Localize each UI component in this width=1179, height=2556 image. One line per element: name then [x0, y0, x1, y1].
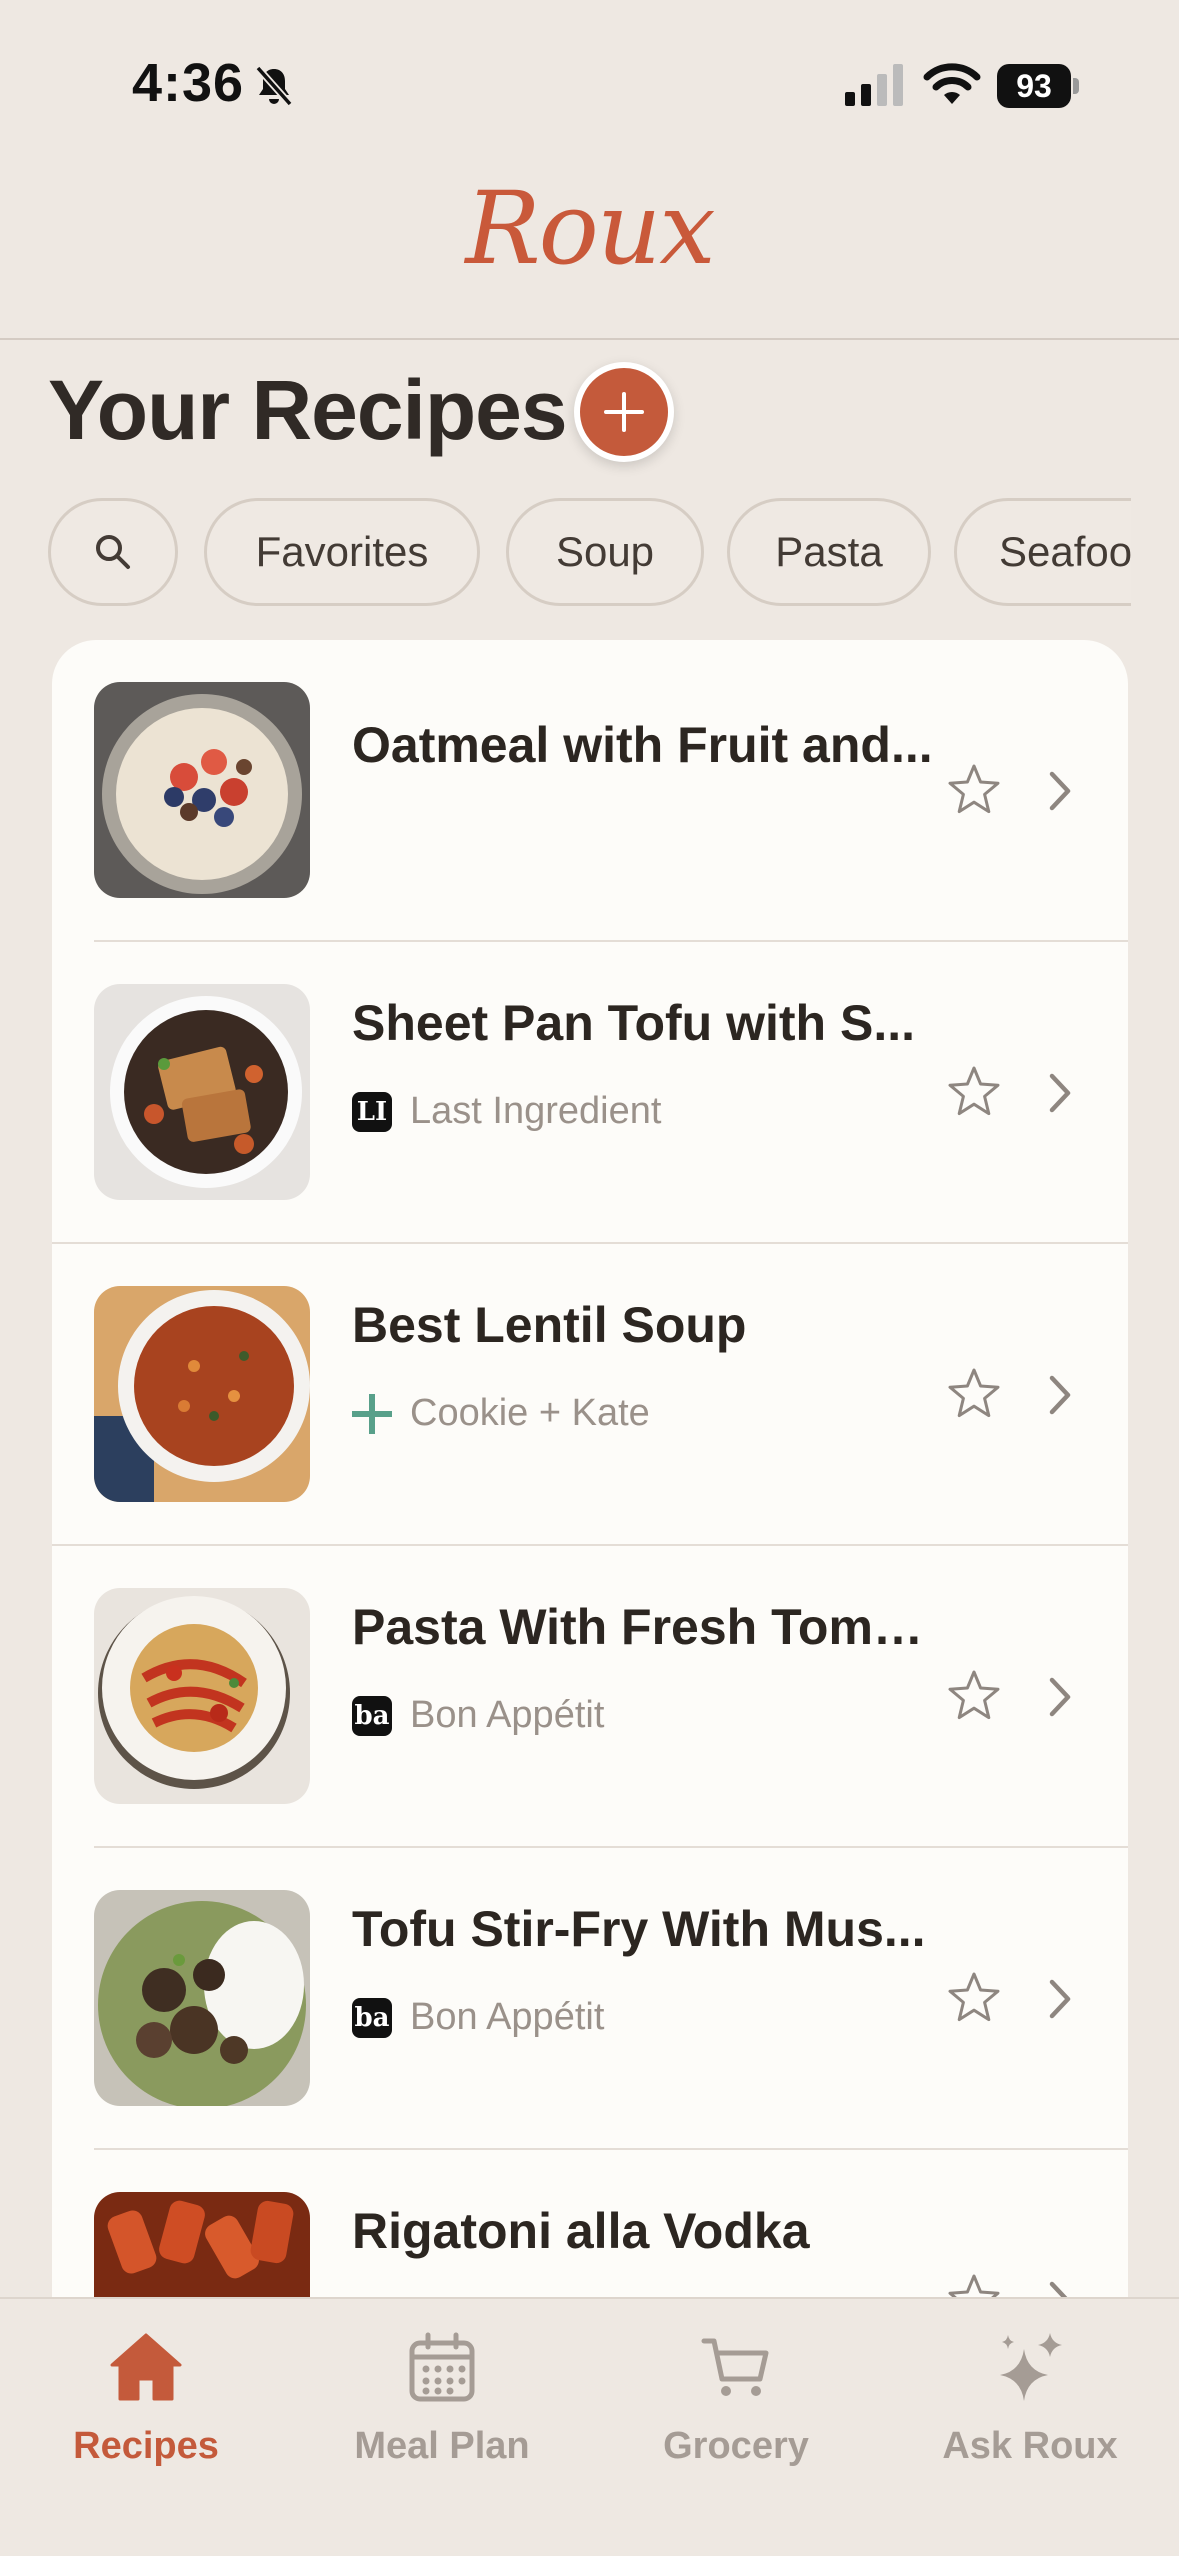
battery-icon: 93: [997, 64, 1079, 110]
filter-chip-soup[interactable]: Soup: [506, 498, 704, 606]
tab-label: Grocery: [663, 2425, 809, 2467]
recipe-row[interactable]: Pasta With Fresh Toma... ba Bon Appétit: [52, 1546, 1128, 1848]
star-icon[interactable]: [946, 762, 1002, 818]
tab-recipes[interactable]: Recipes: [26, 2329, 266, 2489]
filter-chip-seafood[interactable]: Seafood: [954, 498, 1131, 606]
recipe-image-tofu-stir-fry: [94, 1890, 310, 2106]
tab-label: Meal Plan: [354, 2425, 530, 2467]
header-divider: [0, 338, 1179, 340]
filter-chip-pasta[interactable]: Pasta: [727, 498, 931, 606]
recipe-title: Tofu Stir-Fry With Mus...: [352, 1901, 926, 1957]
recipe-image-lentil-soup: [94, 1286, 310, 1502]
star-icon[interactable]: [946, 1064, 1002, 1120]
recipe-source-name: Cookie + Kate: [410, 1392, 650, 1434]
search-chip[interactable]: [48, 498, 178, 606]
recipe-image-tofu-sheet-pan: [94, 984, 310, 1200]
chevron-right-icon: [1049, 1979, 1071, 2019]
cookie-kate-logo-icon: [352, 1393, 392, 1434]
home-icon: [110, 2333, 182, 2401]
page-title: Your Recipes: [48, 363, 568, 457]
chevron-right-icon: [1049, 771, 1071, 811]
calendar-icon: [409, 2332, 475, 2402]
recipe-source: Cookie + Kate: [352, 1392, 650, 1435]
filter-chip-favorites[interactable]: Favorites: [204, 498, 480, 606]
recipe-row[interactable]: Sheet Pan Tofu with S... LI Last Ingredi…: [52, 942, 1128, 1244]
recipe-list: Oatmeal with Fruit and... Sheet Pan Tofu…: [52, 640, 1128, 2300]
app-logo: Roux: [465, 170, 715, 287]
recipe-row[interactable]: Oatmeal with Fruit and...: [52, 640, 1128, 942]
battery-level: 93: [997, 64, 1071, 108]
star-icon[interactable]: [946, 1668, 1002, 1724]
tab-label: Recipes: [73, 2425, 219, 2467]
recipe-title: Pasta With Fresh Toma...: [352, 1599, 942, 1655]
star-icon[interactable]: [946, 1366, 1002, 1422]
recipe-title: Rigatoni alla Vodka: [352, 2203, 810, 2259]
star-icon[interactable]: [946, 1970, 1002, 2026]
tab-ask-roux[interactable]: Ask Roux: [910, 2329, 1150, 2489]
recipe-title: Sheet Pan Tofu with S...: [352, 995, 915, 1051]
tab-bar: Recipes Meal Plan Grocery Ask Roux: [0, 2297, 1179, 2556]
sparkles-icon: [1000, 2333, 1062, 2401]
tab-label: Ask Roux: [942, 2425, 1118, 2467]
recipe-source-name: Last Ingredient: [410, 1090, 662, 1132]
recipe-image-rigatoni: [94, 2192, 310, 2300]
cellular-signal-icon: [845, 64, 903, 106]
wifi-icon: [923, 63, 981, 104]
search-icon: [96, 535, 130, 569]
chevron-right-icon: [1049, 1677, 1071, 1717]
recipe-row[interactable]: Best Lentil Soup Cookie + Kate: [52, 1244, 1128, 1546]
add-recipe-button[interactable]: [574, 362, 674, 462]
cart-icon: [701, 2338, 769, 2396]
tab-grocery[interactable]: Grocery: [616, 2329, 856, 2489]
bon-appetit-logo-icon: ba: [352, 1997, 392, 2038]
recipe-source: LI Last Ingredient: [352, 1090, 661, 1133]
chevron-right-icon: [1049, 1375, 1071, 1415]
star-icon[interactable]: [946, 2272, 1002, 2300]
status-time: 4:36: [132, 53, 245, 113]
chevron-right-icon: [1049, 1073, 1071, 1113]
recipe-image-pasta-tomato: [94, 1588, 310, 1804]
recipe-title: Oatmeal with Fruit and...: [352, 717, 933, 773]
recipe-image-oatmeal: [94, 682, 310, 898]
recipe-source: ba Bon Appétit: [352, 1694, 604, 1737]
recipe-row[interactable]: Tofu Stir-Fry With Mus... ba Bon Appétit: [52, 1848, 1128, 2150]
status-bar: 4:36 93: [0, 0, 1179, 160]
last-ingredient-logo-icon: LI: [352, 1091, 392, 1132]
recipe-source-name: Bon Appétit: [410, 1996, 605, 2038]
recipe-title: Best Lentil Soup: [352, 1297, 747, 1353]
recipe-source-name: Bon Appétit: [410, 1694, 605, 1736]
tab-meal-plan[interactable]: Meal Plan: [322, 2329, 562, 2489]
recipe-source: ba Bon Appétit: [352, 1996, 604, 2039]
bon-appetit-logo-icon: ba: [352, 1695, 392, 1736]
plus-icon: [604, 392, 644, 432]
recipe-row[interactable]: Rigatoni alla Vodka: [52, 2150, 1128, 2300]
filter-chips: Favorites Soup Pasta Seafood: [48, 498, 1131, 608]
bell-muted-icon: [255, 65, 293, 107]
